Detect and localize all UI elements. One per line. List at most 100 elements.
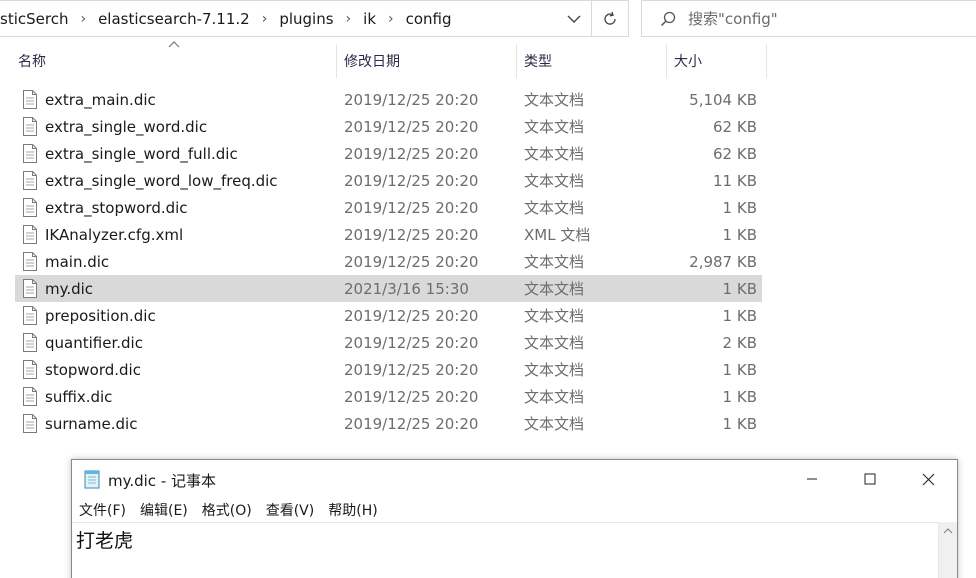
text-file-icon [23,414,37,433]
file-modified-date: 2019/12/25 20:20 [344,144,479,163]
column-divider[interactable] [516,44,517,78]
menu-edit[interactable]: 编辑(E) [140,500,195,520]
breadcrumb-item[interactable]: plugins [271,10,341,28]
text-file-icon [23,198,37,217]
file-row[interactable]: my.dic 2021/3/16 15:30 文本文档 1 KB [15,275,762,302]
column-header-name[interactable]: 名称 [18,44,334,78]
file-row[interactable]: quantifier.dic 2019/12/25 20:20 文本文档 2 KB [15,329,762,356]
file-row[interactable]: extra_stopword.dic 2019/12/25 20:20 文本文档 1 … [15,194,762,221]
file-size: 1 KB [722,360,757,379]
column-divider[interactable] [666,44,667,78]
file-name: surname.dic [45,414,138,433]
menu-format[interactable]: 格式(O) [202,500,259,520]
refresh-icon[interactable] [592,0,629,37]
file-modified-date: 2021/3/16 15:30 [344,279,469,298]
file-modified-date: 2019/12/25 20:20 [344,171,479,190]
search-placeholder: 搜索"config" [688,10,778,28]
file-row[interactable]: extra_main.dic 2019/12/25 20:20 文本文档 5,104 … [15,86,762,113]
file-size: 2 KB [722,333,757,352]
file-size: 5,104 KB [689,90,757,109]
minimize-button[interactable] [783,460,841,498]
text-file-icon [23,171,37,190]
menu-file[interactable]: 文件(F) [79,500,133,520]
file-row[interactable]: stopword.dic 2019/12/25 20:20 文本文档 1 KB [15,356,762,383]
breadcrumb-item[interactable]: elasticsearch-7.11.2 [90,10,258,28]
text-file-icon [23,252,37,271]
file-name: suffix.dic [45,387,113,406]
breadcrumb: sticSerch › elasticsearch-7.11.2 › plugi… [0,1,460,36]
file-size: 1 KB [722,414,757,433]
column-header-label: 大小 [674,54,702,70]
text-file-icon [23,90,37,109]
file-row[interactable]: extra_single_word_low_freq.dic 2019/12/25… [15,167,762,194]
file-size: 1 KB [722,225,757,244]
file-type: 文本文档 [524,145,585,163]
close-icon [922,473,934,485]
text-file-icon [23,144,37,163]
file-row[interactable]: preposition.dic 2019/12/25 20:20 文本文档 1 KB [15,302,762,329]
file-type: 文本文档 [524,307,585,325]
breadcrumb-item[interactable]: sticSerch [0,10,76,28]
file-type: 文本文档 [524,334,585,352]
column-header-date[interactable]: 修改日期 [344,44,514,78]
text-file-icon [23,306,37,325]
file-type: 文本文档 [524,280,585,298]
close-button[interactable] [899,460,957,498]
file-type: 文本文档 [524,253,585,271]
file-type: XML 文档 [524,226,591,244]
column-header-type[interactable]: 类型 [524,44,664,78]
text-file-icon [23,279,37,298]
maximize-icon [864,473,876,485]
address-bar-row: sticSerch › elasticsearch-7.11.2 › plugi… [0,0,976,38]
file-size: 2,987 KB [689,252,757,271]
column-divider[interactable] [766,44,767,78]
menu-view[interactable]: 查看(V) [266,500,322,520]
file-row[interactable]: main.dic 2019/12/25 20:20 文本文档 2,987 KB [15,248,762,275]
file-type: 文本文档 [524,91,585,109]
notepad-icon [84,470,100,489]
column-divider[interactable] [336,44,337,78]
scroll-up-icon[interactable] [943,528,953,534]
file-size: 1 KB [722,279,757,298]
notepad-window[interactable]: my.dic - 记事本 文件(F) 编辑(E) 格式(O) 查看(V) 帮助(… [71,459,958,578]
menu-help[interactable]: 帮助(H) [328,500,384,520]
column-header-size[interactable]: 大小 [674,44,764,78]
search-input[interactable]: 搜索"config" [641,0,976,37]
chevron-right-icon: › [261,10,268,27]
file-name: extra_single_word_low_freq.dic [45,171,278,190]
file-modified-date: 2019/12/25 20:20 [344,198,479,217]
file-row[interactable]: extra_single_word.dic 2019/12/25 20:20 文本文… [15,113,762,140]
text-file-icon [23,360,37,379]
file-row[interactable]: IKAnalyzer.cfg.xml 2019/12/25 20:20 XML 文档… [15,221,762,248]
chevron-right-icon: › [345,10,352,27]
text-editor[interactable]: 打老虎 [72,522,938,578]
file-name: main.dic [45,252,110,271]
file-modified-date: 2019/12/25 20:20 [344,414,479,433]
file-type: 文本文档 [524,199,585,217]
vertical-scrollbar[interactable] [938,522,957,578]
file-size: 11 KB [713,171,757,190]
menu-bar: 文件(F) 编辑(E) 格式(O) 查看(V) 帮助(H) [72,498,957,522]
column-header-label: 类型 [524,54,552,70]
address-bar[interactable]: sticSerch › elasticsearch-7.11.2 › plugi… [0,0,592,37]
file-name: extra_stopword.dic [45,198,188,217]
text-file-icon [23,333,37,352]
breadcrumb-item[interactable]: ik [355,10,384,28]
file-name: extra_single_word.dic [45,117,208,136]
maximize-button[interactable] [841,460,899,498]
file-row[interactable]: extra_single_word_full.dic 2019/12/25 20:… [15,140,762,167]
file-modified-date: 2019/12/25 20:20 [344,117,479,136]
file-modified-date: 2019/12/25 20:20 [344,360,479,379]
file-row[interactable]: surname.dic 2019/12/25 20:20 文本文档 1 KB [15,410,762,437]
text-file-icon [23,387,37,406]
file-modified-date: 2019/12/25 20:20 [344,90,479,109]
column-header-label: 名称 [18,54,46,70]
title-bar[interactable]: my.dic - 记事本 [72,460,957,498]
file-modified-date: 2019/12/25 20:20 [344,333,479,352]
breadcrumb-item[interactable]: config [398,10,460,28]
chevron-down-icon[interactable] [565,9,583,29]
file-row[interactable]: suffix.dic 2019/12/25 20:20 文本文档 1 KB [15,383,762,410]
file-size: 1 KB [722,387,757,406]
file-type: 文本文档 [524,361,585,379]
column-header-label: 修改日期 [344,54,400,70]
